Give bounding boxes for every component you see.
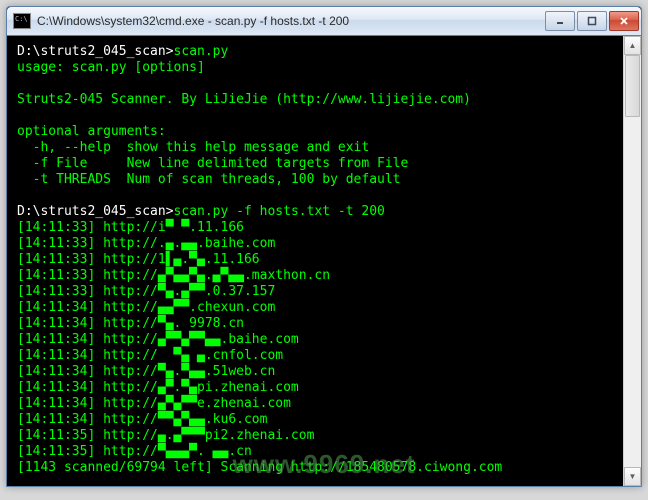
status-line: [1143 scanned/69794 left] Scanning http:… (17, 460, 502, 475)
maximize-button[interactable] (577, 11, 607, 31)
window-title: C:\Windows\system32\cmd.exe - scan.py -f… (37, 14, 545, 28)
scan-line: [14:11:33] http://1▌▄.▀▄.11.166 (17, 252, 260, 267)
close-icon (619, 16, 629, 26)
scroll-thumb[interactable] (625, 55, 640, 117)
output-line: -h, --help show this help message and ex… (17, 140, 369, 155)
scroll-track[interactable] (624, 55, 641, 467)
scan-line: [14:11:34] http://▄▀▀▄▀▀▄▄.baihe.com (17, 332, 299, 347)
output-line: usage: scan.py [options] (17, 60, 205, 75)
output-line: Struts2-045 Scanner. By LiJieJie (http:/… (17, 92, 471, 107)
scan-line: [14:11:34] http://▀▄.▀▄▄.51web.cn (17, 364, 275, 379)
prompt: D:\struts2_045_scan> (17, 44, 174, 59)
output-line: optional arguments: (17, 124, 166, 139)
scan-line: [14:11:33] http://▄▀▄▄▀▄.▄▀▄▄.maxthon.cn (17, 268, 330, 283)
command: scan.py -f hosts.txt -t 200 (174, 204, 385, 219)
command: scan.py (174, 44, 229, 59)
maximize-icon (587, 16, 597, 26)
minimize-button[interactable] (545, 11, 575, 31)
scan-line: [14:11:34] http://▄▀.▀▄pi.zhenai.com (17, 380, 299, 395)
close-button[interactable] (609, 11, 639, 31)
console-output[interactable]: D:\struts2_045_scan>scan.py usage: scan.… (7, 36, 641, 486)
console-area: D:\struts2_045_scan>scan.py usage: scan.… (7, 36, 641, 486)
scan-line: [14:11:34] http:// ▀▄ ▄.cnfol.com (17, 348, 283, 363)
output-line: -f File New line delimited targets from … (17, 156, 408, 171)
scan-line: [14:11:33] http://▀▄.▄▀▀.0.37.157 (17, 284, 275, 299)
window-controls (545, 11, 639, 31)
prompt: D:\struts2_045_scan> (17, 204, 174, 219)
minimize-icon (555, 16, 565, 26)
scan-line: [14:11:34] http://▀▀▄▀▄▄.ku6.com (17, 412, 267, 427)
scroll-down-button[interactable]: ▼ (624, 467, 641, 486)
scan-line: [14:11:34] http://▄▄▀▀.chexun.com (17, 300, 275, 315)
scan-line: [14:11:33] http://i▀ ▀.11.166 (17, 220, 244, 235)
scan-line: [14:11:33] http://.▄.▄▄.baihe.com (17, 236, 275, 251)
output-line: -t THREADS Num of scan threads, 100 by d… (17, 172, 401, 187)
scroll-up-button[interactable]: ▲ (624, 36, 641, 55)
titlebar[interactable]: C:\Windows\system32\cmd.exe - scan.py -f… (7, 7, 641, 36)
cmd-icon (13, 13, 31, 29)
cmd-window: C:\Windows\system32\cmd.exe - scan.py -f… (6, 6, 642, 487)
scan-line: [14:11:35] http://▄.▄▀▀▀pi2.zhenai.com (17, 428, 314, 443)
scan-line: [14:11:34] http://▄▀▄▀▀e.zhenai.com (17, 396, 291, 411)
vertical-scrollbar[interactable]: ▲ ▼ (623, 36, 641, 486)
scan-line: [14:11:35] http://▀▄▄▄▀. ▄▄.cn (17, 444, 252, 459)
scan-line: [14:11:34] http://▀▄. 9978.cn (17, 316, 244, 331)
